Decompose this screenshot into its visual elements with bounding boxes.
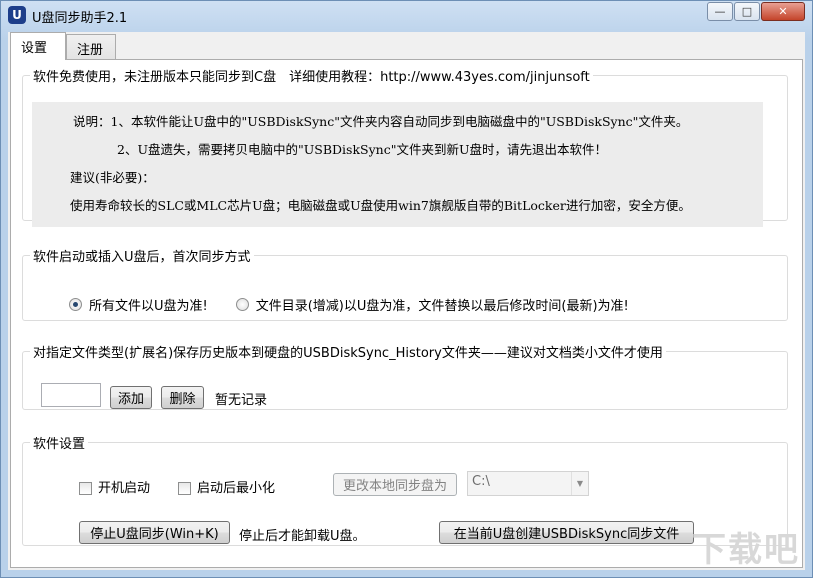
stop-sync-hint: 停止后才能卸载U盘。	[239, 529, 366, 544]
close-button[interactable]: ✕	[761, 2, 805, 21]
minimize-label[interactable]: 启动后最小化	[197, 481, 275, 496]
radio-latest-modified-label[interactable]: 文件目录(增减)以U盘为准，文件替换以最后修改时间(最新)为准!	[256, 295, 629, 314]
settings-panel: 软件免费使用，未注册版本只能同步到C盘 详细使用教程：http://www.43…	[10, 59, 803, 568]
sync-mode-options: 所有文件以U盘为准! 文件目录(增减)以U盘为准，文件替换以最后修改时间(最新)…	[69, 295, 629, 314]
watermark-logo: 下载吧	[692, 530, 800, 570]
create-sync-folder-button[interactable]: 在当前U盘创建USBDiskSync同步文件	[439, 521, 694, 544]
maximize-button[interactable]: □	[734, 2, 760, 21]
drive-select-value: C:\	[472, 474, 490, 489]
title-bar[interactable]: U U盘同步助手2.1 — □ ✕	[1, 1, 812, 29]
minimize-checkbox-row[interactable]: 启动后最小化	[178, 477, 275, 496]
minimize-button[interactable]: —	[707, 2, 733, 21]
autostart-checkbox[interactable]	[79, 482, 92, 495]
instruction-line-1: 说明：1、本软件能让U盘中的"USBDiskSync"文件夹内容自动同步到电脑磁…	[73, 114, 689, 129]
history-empty-text: 暂无记录	[215, 393, 268, 408]
history-group: 对指定文件类型(扩展名)保存历史版本到硬盘的USBDiskSync_Histor…	[22, 342, 788, 410]
instruction-line-2: 2、U盘遗失，需要拷贝电脑中的"USBDiskSync"文件夹到新U盘时，请先退…	[117, 142, 607, 157]
suggestion-heading: 建议(非必要)：	[70, 170, 155, 185]
info-group-legend: 软件免费使用，未注册版本只能同步到C盘 详细使用教程：http://www.43…	[33, 70, 590, 85]
change-local-drive-button[interactable]: 更改本地同步盘为	[333, 473, 457, 496]
tab-register[interactable]: 注册	[66, 34, 116, 59]
radio-all-usb-label[interactable]: 所有文件以U盘为准!	[89, 295, 208, 314]
extension-input[interactable]	[41, 383, 101, 407]
app-window: U U盘同步助手2.1 — □ ✕ 设置 注册 软件免费使用，未注册版本只能同步…	[0, 0, 813, 578]
radio-selected-dot	[73, 302, 78, 307]
radio-all-usb[interactable]	[69, 298, 82, 311]
tab-settings[interactable]: 设置	[10, 32, 66, 60]
window-title: U盘同步助手2.1	[32, 11, 128, 26]
sync-mode-legend: 软件启动或插入U盘后，首次同步方式	[33, 250, 251, 265]
window-controls: — □ ✕	[706, 2, 805, 21]
suggestion-text: 使用寿命较长的SLC或MLC芯片U盘；电脑磁盘或U盘使用win7旗舰版自带的Bi…	[70, 198, 691, 213]
history-legend: 对指定文件类型(扩展名)保存历史版本到硬盘的USBDiskSync_Histor…	[33, 346, 663, 361]
add-button[interactable]: 添加	[110, 386, 152, 409]
radio-latest-modified[interactable]	[235, 298, 249, 311]
info-group: 软件免费使用，未注册版本只能同步到C盘 详细使用教程：http://www.43…	[22, 66, 788, 227]
stop-sync-button[interactable]: 停止U盘同步(Win+K)	[79, 521, 230, 544]
app-icon: U	[8, 6, 26, 24]
drive-select[interactable]: C:\ ▼	[467, 471, 589, 496]
minimize-checkbox[interactable]	[178, 482, 191, 495]
sync-mode-group: 软件启动或插入U盘后，首次同步方式 所有文件以U盘为准! 文件目录(增减)以U盘…	[22, 246, 788, 321]
chevron-down-icon[interactable]: ▼	[571, 472, 588, 495]
autostart-label[interactable]: 开机启动	[98, 481, 150, 496]
instructions-box: 说明：1、本软件能让U盘中的"USBDiskSync"文件夹内容自动同步到电脑磁…	[32, 102, 763, 227]
settings-legend: 软件设置	[33, 437, 86, 452]
delete-button[interactable]: 删除	[161, 386, 204, 409]
software-settings-group: 软件设置 开机启动 启动后最小化 更改本地同步盘为 C:\ ▼ 停止U盘同步(W…	[22, 433, 788, 546]
autostart-checkbox-row[interactable]: 开机启动	[79, 477, 150, 496]
client-area: 设置 注册 软件免费使用，未注册版本只能同步到C盘 详细使用教程：http://…	[8, 32, 805, 570]
